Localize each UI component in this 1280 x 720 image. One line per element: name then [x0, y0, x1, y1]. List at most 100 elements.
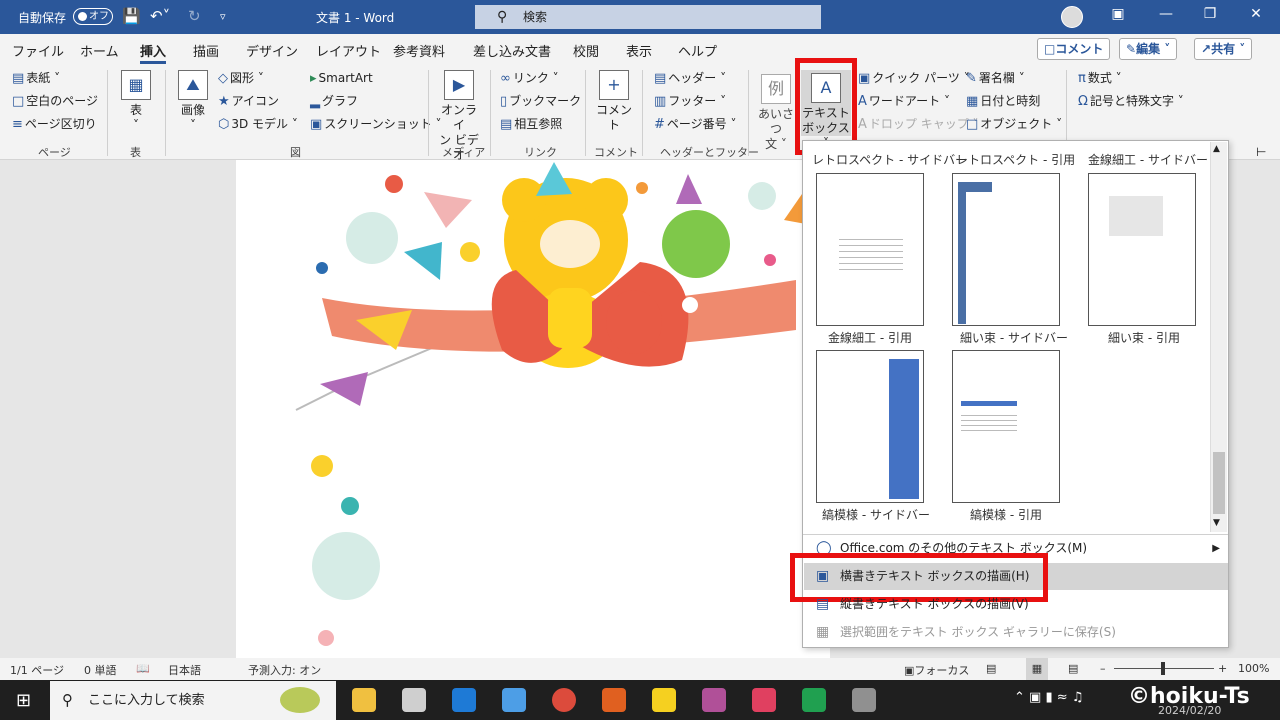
focus-button[interactable]: ▣フォーカス: [904, 662, 969, 678]
scroll-down-icon[interactable]: ▼: [1213, 518, 1220, 528]
tab-file[interactable]: ファイル: [12, 41, 64, 60]
scroll-up-icon[interactable]: ▲: [1213, 144, 1220, 154]
gallery-caption: レトロスペクト - サイドバー: [812, 153, 968, 167]
page-number-button[interactable]: # ページ番号 ˅: [654, 116, 737, 133]
gallery-item[interactable]: [816, 173, 924, 326]
proofing-icon[interactable]: 📖: [136, 662, 150, 675]
chart-button[interactable]: ▂ グラフ: [310, 93, 358, 110]
menu-save-selection[interactable]: ▦ 選択範囲をテキスト ボックス ギャラリーに保存(S): [804, 619, 1228, 646]
taskbar-app-icon[interactable]: [402, 688, 426, 712]
close-icon[interactable]: ✕: [1244, 6, 1268, 22]
blank-page-button[interactable]: □ 空白のページ: [12, 93, 98, 110]
customize-qat-icon[interactable]: ▿: [220, 8, 226, 25]
table-icon: ▦: [121, 70, 151, 100]
group-label-media: メディア: [442, 146, 486, 159]
date-time-button[interactable]: ▦ 日付と時刻: [966, 93, 1040, 110]
object-button[interactable]: □ オブジェクト ˅: [966, 116, 1062, 133]
quick-parts-button[interactable]: ▣ クイック パーツ ˅: [858, 70, 970, 87]
save-icon[interactable]: 💾: [122, 8, 141, 25]
zoom-in-icon[interactable]: +: [1218, 662, 1227, 675]
gallery-item[interactable]: [816, 350, 924, 503]
ribbon-display-icon[interactable]: ▣: [1106, 6, 1130, 22]
maximize-icon[interactable]: ❐: [1198, 6, 1222, 22]
tab-mailings[interactable]: 差し込み文書: [473, 41, 551, 60]
minimize-icon[interactable]: —: [1154, 6, 1178, 22]
zoom-out-icon[interactable]: –: [1100, 662, 1106, 675]
cover-page-button[interactable]: ▤ 表紙 ˅: [12, 70, 60, 87]
language[interactable]: 日本語: [168, 662, 201, 678]
taskbar-app-icon[interactable]: [802, 688, 826, 712]
tab-references[interactable]: 参考資料: [393, 41, 445, 60]
tab-layout[interactable]: レイアウト: [316, 41, 381, 60]
zoom-thumb[interactable]: [1161, 662, 1165, 675]
tab-review[interactable]: 校閲: [573, 41, 599, 60]
print-layout-icon[interactable]: ▦: [1026, 658, 1048, 680]
pin-ribbon-icon[interactable]: ⊢: [1256, 144, 1266, 160]
edit-button[interactable]: ✎編集 ˅: [1119, 38, 1178, 60]
footer-button[interactable]: ▥ フッター ˅: [654, 93, 726, 110]
taskbar-app-icon[interactable]: [602, 688, 626, 712]
undo-icon[interactable]: ↶˅: [150, 8, 170, 25]
save-gallery-icon: ▦: [816, 624, 830, 640]
tab-design[interactable]: デザイン: [246, 41, 298, 60]
gallery-item[interactable]: [952, 173, 1060, 326]
taskbar-word-icon[interactable]: [502, 688, 526, 712]
comment-button[interactable]: □コメント: [1037, 38, 1111, 60]
new-comment-button[interactable]: + コメント: [594, 70, 634, 133]
table-button[interactable]: ▦ 表 ˅: [118, 70, 154, 133]
scroll-thumb[interactable]: [1213, 452, 1225, 514]
taskbar-app-icon[interactable]: [852, 688, 876, 712]
comment-icon: □: [1044, 42, 1056, 56]
header-button[interactable]: ▤ ヘッダー ˅: [654, 70, 726, 87]
taskbar-explorer-icon[interactable]: [352, 688, 376, 712]
bookmark-button[interactable]: ▯ ブックマーク: [500, 93, 581, 110]
gallery-item[interactable]: [1088, 173, 1196, 326]
drop-cap-button[interactable]: A ドロップ キャップ ˅: [858, 116, 979, 133]
share-button[interactable]: ↗共有 ˅: [1194, 38, 1253, 60]
tab-home[interactable]: ホーム: [80, 41, 119, 60]
equation-button[interactable]: π 数式 ˅: [1078, 70, 1122, 87]
tab-draw[interactable]: 描画: [193, 41, 219, 60]
shapes-button[interactable]: ◇ 図形 ˅: [218, 70, 264, 87]
zoom-level[interactable]: 100%: [1238, 662, 1269, 675]
search-box[interactable]: ⚲ 検索: [475, 5, 821, 29]
symbol-button[interactable]: Ω 記号と特殊文字 ˅: [1078, 93, 1184, 110]
thumbnail-quote: [1109, 196, 1163, 236]
word-count[interactable]: 0 単語: [84, 662, 117, 678]
taskbar-chrome-icon[interactable]: [552, 688, 576, 712]
page-count[interactable]: 1/1 ページ: [10, 662, 64, 678]
avatar[interactable]: [1061, 6, 1083, 28]
taskbar-search[interactable]: ⚲ ここに入力して検索: [50, 681, 336, 720]
image-button[interactable]: ⛰ 画像 ˅: [175, 70, 211, 133]
taskbar-app-icon[interactable]: [702, 688, 726, 712]
link-button[interactable]: ∞ リンク ˅: [500, 70, 559, 87]
greeting-button[interactable]: 例 あいさつ 文 ˅: [758, 74, 794, 152]
gallery-scrollbar[interactable]: ▲ ▼: [1210, 142, 1227, 532]
tab-view[interactable]: 表示: [626, 41, 652, 60]
icons-button[interactable]: ★ アイコン: [218, 93, 279, 110]
wordart-button[interactable]: A ワードアート ˅: [858, 93, 950, 110]
menu-draw-vertical-textbox[interactable]: ▤ 縦書きテキスト ボックスの描画(V): [804, 591, 1228, 618]
redo-icon[interactable]: ↻: [188, 8, 201, 25]
group-label-header-footer: ヘッダーとフッター: [660, 146, 759, 159]
system-tray-icons[interactable]: ⌃ ▣ ▮ ≈ ♫: [1014, 690, 1083, 705]
3d-models-button[interactable]: ⬡ 3D モデル ˅: [218, 116, 298, 133]
taskbar-app-icon[interactable]: [652, 688, 676, 712]
tab-help[interactable]: ヘルプ: [678, 41, 717, 60]
smartart-button[interactable]: ▸ SmartArt: [310, 70, 373, 87]
taskbar-app-icon[interactable]: [752, 688, 776, 712]
predictive-input[interactable]: 予測入力: オン: [248, 662, 321, 678]
web-layout-icon[interactable]: ▤: [1068, 662, 1078, 675]
cross-reference-button[interactable]: ▤ 相互参照: [500, 116, 562, 133]
page-break-button[interactable]: ≡ ページ区切り: [12, 116, 97, 133]
tab-insert[interactable]: 挿入: [140, 41, 167, 64]
document-page[interactable]: [236, 160, 830, 658]
autosave-toggle[interactable]: オフ: [73, 8, 113, 25]
gallery-caption: 縞模様 - サイドバー: [822, 508, 930, 522]
gallery-item[interactable]: [952, 350, 1060, 503]
windows-start-icon[interactable]: ⊞: [16, 690, 31, 711]
signature-line-button[interactable]: ✎ 署名欄 ˅: [966, 70, 1025, 87]
taskbar-app-icon[interactable]: [452, 688, 476, 712]
read-mode-icon[interactable]: ▤: [986, 662, 996, 675]
screenshot-button[interactable]: ▣ スクリーンショット ˅: [310, 116, 442, 133]
